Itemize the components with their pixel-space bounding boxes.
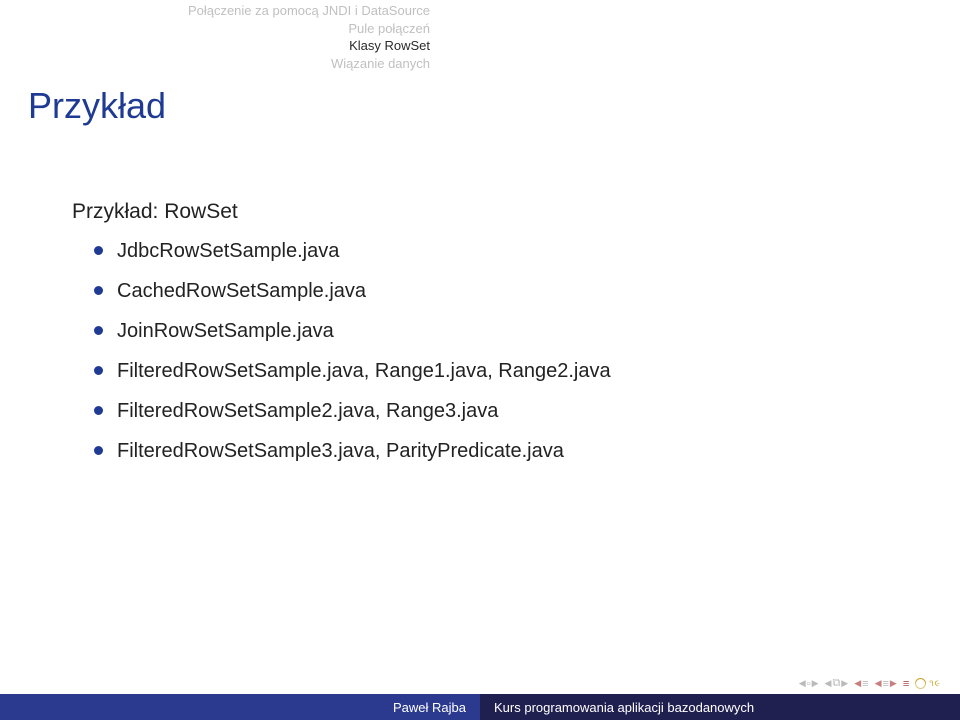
list-item-text: JdbcRowSetSample.java [117,236,339,266]
nav-item[interactable]: Pule połączeń [188,20,430,38]
bullet-list: JdbcRowSetSample.java CachedRowSetSample… [94,236,611,466]
footer-title: Kurs programowania aplikacji bazodanowyc… [480,694,960,720]
page-title: Przykład [28,85,166,127]
nav-circ-icon[interactable]: ૧ ૯ [915,678,940,689]
nav-fwd-sub-icon[interactable]: ◀≡▶ [875,678,897,690]
bullet-icon [94,366,103,375]
nav-back-sub-icon[interactable]: ◀≡ [854,678,868,690]
nav-prev-icon[interactable]: ◀⧉▶ [825,677,849,690]
list-item-text: CachedRowSetSample.java [117,276,366,306]
list-item: CachedRowSetSample.java [94,276,611,306]
list-item-text: FilteredRowSetSample.java, Range1.java, … [117,356,611,386]
content-subtitle: Przykład: RowSet [72,200,611,224]
bullet-icon [94,446,103,455]
section-nav: Połączenie za pomocą JNDI i DataSource P… [188,2,430,72]
list-item: JdbcRowSetSample.java [94,236,611,266]
bullet-icon [94,326,103,335]
list-item-text: FilteredRowSetSample2.java, Range3.java [117,396,498,426]
nav-first-icon[interactable]: ◀▫▶ [799,678,819,690]
nav-section-icon[interactable]: ≡ [903,678,909,690]
slide-content: Przykład: RowSet JdbcRowSetSample.java C… [72,200,611,476]
bullet-icon [94,286,103,295]
bullet-icon [94,406,103,415]
list-item: FilteredRowSetSample2.java, Range3.java [94,396,611,426]
list-item-text: JoinRowSetSample.java [117,316,334,346]
nav-item[interactable]: Wiązanie danych [188,55,430,73]
list-item: FilteredRowSetSample.java, Range1.java, … [94,356,611,386]
list-item: JoinRowSetSample.java [94,316,611,346]
slide-nav-controls: ◀▫▶ ◀⧉▶ ◀≡ ◀≡▶ ≡ ૧ ૯ [799,677,940,690]
list-item: FilteredRowSetSample3.java, ParityPredic… [94,436,611,466]
slide-footer: Paweł Rajba Kurs programowania aplikacji… [0,694,960,720]
footer-author: Paweł Rajba [0,694,480,720]
bullet-icon [94,246,103,255]
nav-item[interactable]: Połączenie za pomocą JNDI i DataSource [188,2,430,20]
nav-item-active[interactable]: Klasy RowSet [188,37,430,55]
list-item-text: FilteredRowSetSample3.java, ParityPredic… [117,436,564,466]
